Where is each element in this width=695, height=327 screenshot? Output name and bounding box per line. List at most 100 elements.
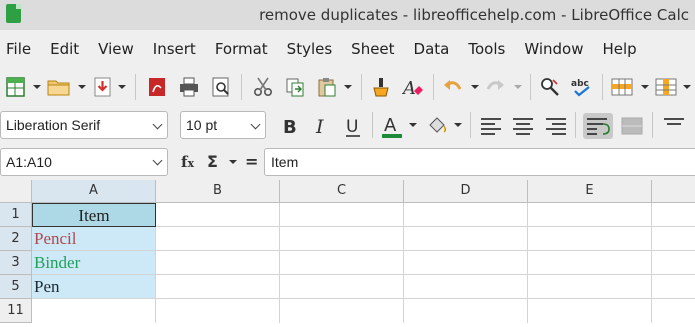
cell-f3[interactable] — [652, 251, 695, 275]
open-dropdown-arrow[interactable] — [78, 85, 86, 89]
menu-window[interactable]: Window — [524, 40, 583, 58]
print-icon[interactable] — [178, 76, 200, 98]
print-preview-icon[interactable] — [210, 76, 232, 98]
cell-d1[interactable] — [404, 203, 528, 227]
chevron-down-icon[interactable] — [152, 119, 163, 130]
sum-icon[interactable]: Σ — [207, 152, 218, 171]
cell-d2[interactable] — [404, 227, 528, 251]
cell-a3[interactable]: Binder — [32, 251, 156, 275]
cell-a1[interactable]: Item — [32, 203, 156, 227]
cell-a11[interactable] — [32, 299, 156, 323]
export-pdf-icon[interactable] — [146, 76, 168, 98]
undo-dropdown-arrow[interactable] — [471, 85, 479, 89]
column-dropdown-arrow[interactable] — [683, 85, 691, 89]
sum-dropdown-arrow[interactable] — [229, 160, 237, 164]
menu-styles[interactable]: Styles — [287, 40, 333, 58]
cell-d3[interactable] — [404, 251, 528, 275]
cell-f5[interactable] — [652, 275, 695, 299]
new-dropdown-arrow[interactable] — [33, 85, 41, 89]
cell-b3[interactable] — [156, 251, 280, 275]
font-name-box[interactable]: Liberation Serif — [0, 111, 168, 139]
cell-c2[interactable] — [280, 227, 404, 251]
spelling-icon[interactable]: abc — [571, 76, 593, 98]
paste-icon[interactable] — [316, 76, 338, 98]
row-header[interactable]: 1 — [0, 203, 32, 227]
clone-formatting-icon[interactable] — [370, 76, 392, 98]
select-all-corner[interactable] — [0, 180, 32, 203]
cell-e2[interactable] — [528, 227, 652, 251]
menu-view[interactable]: View — [98, 40, 134, 58]
cell-d5[interactable] — [404, 275, 528, 299]
chevron-down-icon[interactable] — [250, 119, 261, 130]
cell-d11[interactable] — [404, 299, 528, 323]
align-left-button[interactable] — [478, 113, 504, 139]
menu-format[interactable]: Format — [215, 40, 268, 58]
column-header-e[interactable]: E — [528, 180, 652, 203]
cell-b2[interactable] — [156, 227, 280, 251]
merge-cells-button[interactable] — [617, 113, 647, 139]
cell-e1[interactable] — [528, 203, 652, 227]
cell-c3[interactable] — [280, 251, 404, 275]
column-header-a[interactable]: A — [32, 180, 156, 203]
cell-b11[interactable] — [156, 299, 280, 323]
font-size-box[interactable]: 10 pt — [180, 111, 266, 139]
column-header-b[interactable]: B — [156, 180, 280, 203]
paste-dropdown-arrow[interactable] — [344, 85, 352, 89]
cell-c5[interactable] — [280, 275, 404, 299]
bold-button[interactable]: B — [276, 113, 302, 139]
font-color-dropdown-arrow[interactable] — [409, 123, 417, 127]
menu-tools[interactable]: Tools — [468, 40, 505, 58]
align-top-button[interactable] — [661, 113, 687, 139]
row-dropdown-arrow[interactable] — [641, 85, 649, 89]
cell-c11[interactable] — [280, 299, 404, 323]
italic-button[interactable]: I — [308, 113, 334, 139]
menu-file[interactable]: File — [6, 40, 31, 58]
cell-c1[interactable] — [280, 203, 404, 227]
menu-help[interactable]: Help — [602, 40, 636, 58]
menu-data[interactable]: Data — [414, 40, 450, 58]
wrap-text-button[interactable] — [583, 113, 613, 139]
cell-f2[interactable] — [652, 227, 695, 251]
chevron-down-icon[interactable] — [152, 155, 163, 166]
cell-e11[interactable] — [528, 299, 652, 323]
align-right-button[interactable] — [543, 113, 569, 139]
formula-icon[interactable]: = — [245, 152, 258, 171]
row-header[interactable]: 11 — [0, 299, 32, 323]
underline-button[interactable]: U — [340, 113, 366, 139]
redo-icon[interactable] — [484, 76, 506, 98]
column-header-f[interactable] — [652, 180, 695, 203]
menu-edit[interactable]: Edit — [50, 40, 79, 58]
new-spreadsheet-icon[interactable] — [5, 76, 27, 98]
row-header[interactable]: 5 — [0, 275, 32, 299]
copy-icon[interactable] — [284, 76, 306, 98]
cell-a5[interactable]: Pen — [32, 275, 156, 299]
cell-e5[interactable] — [528, 275, 652, 299]
row-header[interactable]: 2 — [0, 227, 32, 251]
row-header[interactable]: 3 — [0, 251, 32, 275]
save-icon[interactable] — [92, 76, 114, 98]
row-icon[interactable] — [611, 76, 633, 98]
open-folder-icon[interactable] — [46, 76, 72, 98]
highlight-color-button[interactable] — [424, 113, 450, 139]
font-color-button[interactable]: A — [379, 113, 405, 139]
cut-icon[interactable] — [252, 76, 274, 98]
cell-f1[interactable] — [652, 203, 695, 227]
find-replace-icon[interactable] — [539, 76, 561, 98]
cell-b5[interactable] — [156, 275, 280, 299]
column-header-c[interactable]: C — [280, 180, 404, 203]
function-wizard-icon[interactable]: fx — [181, 153, 194, 171]
menu-insert[interactable]: Insert — [153, 40, 196, 58]
cell-e3[interactable] — [528, 251, 652, 275]
cell-f11[interactable] — [652, 299, 695, 323]
name-box[interactable]: A1:A10 — [0, 148, 168, 176]
column-icon[interactable] — [655, 76, 677, 98]
highlight-dropdown-arrow[interactable] — [454, 123, 462, 127]
cell-a2[interactable]: Pencil — [32, 227, 156, 251]
column-header-d[interactable]: D — [404, 180, 528, 203]
align-center-button[interactable] — [510, 113, 536, 139]
undo-icon[interactable] — [442, 76, 464, 98]
save-dropdown-arrow[interactable] — [118, 85, 126, 89]
redo-dropdown-arrow[interactable] — [514, 85, 522, 89]
cell-b1[interactable] — [156, 203, 280, 227]
menu-sheet[interactable]: Sheet — [351, 40, 394, 58]
